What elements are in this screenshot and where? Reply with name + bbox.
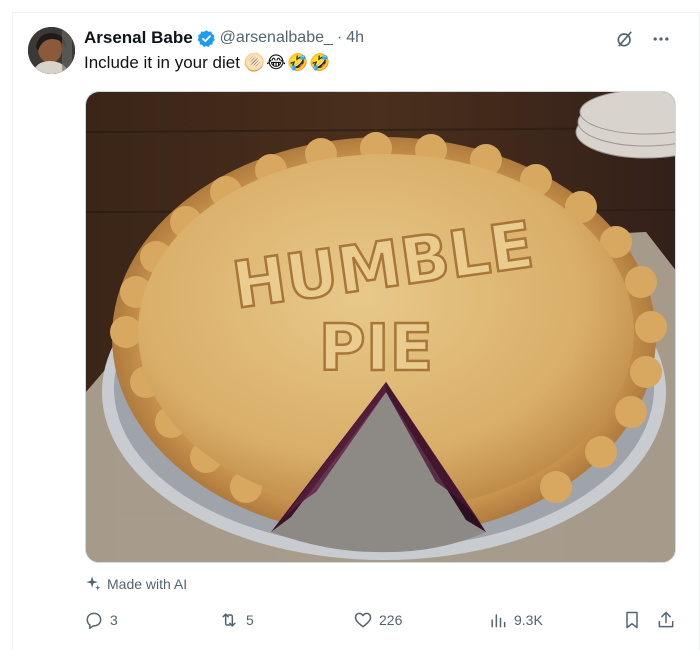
made-with-ai-label[interactable]: Made with AI bbox=[85, 575, 187, 592]
post-top-actions bbox=[614, 28, 672, 50]
views-button[interactable]: 9.3K bbox=[488, 608, 543, 632]
sparkle-icon bbox=[86, 576, 101, 591]
author-name[interactable]: Arsenal Babe bbox=[84, 28, 193, 48]
views-icon bbox=[491, 614, 506, 628]
reply-icon bbox=[86, 612, 102, 630]
reply-count: 3 bbox=[110, 612, 118, 628]
pie-text-line2: PIE bbox=[319, 312, 433, 386]
made-with-ai-text: Made with AI bbox=[107, 575, 188, 592]
repost-button[interactable]: 5 bbox=[218, 608, 254, 632]
action-bar: 3 5 226 9.3K bbox=[84, 608, 678, 632]
dot-separator: · bbox=[336, 29, 343, 46]
share-icon bbox=[658, 611, 674, 628]
views-count: 9.3K bbox=[514, 612, 543, 628]
bookmark-icon bbox=[626, 611, 638, 629]
post-text-body: Include it in your diet bbox=[84, 53, 240, 72]
like-count: 226 bbox=[379, 612, 403, 628]
share-button[interactable] bbox=[656, 608, 676, 632]
verified-badge-icon bbox=[197, 29, 216, 48]
reply-button[interactable]: 3 bbox=[84, 608, 118, 632]
post-header: Arsenal Babe @arsenalbabe_ · 4h bbox=[84, 26, 364, 50]
post-image[interactable]: HUMBLE PIE bbox=[85, 91, 676, 563]
repost-count: 5 bbox=[246, 612, 254, 628]
grok-icon[interactable] bbox=[614, 28, 636, 50]
repost-icon bbox=[222, 613, 236, 627]
post-time[interactable]: 4h bbox=[346, 29, 364, 47]
post-text: Include it in your diet 🫓😂🤣🤣 bbox=[84, 53, 331, 73]
avatar[interactable] bbox=[28, 27, 75, 74]
like-button[interactable]: 226 bbox=[353, 608, 402, 632]
bookmark-button[interactable] bbox=[622, 608, 642, 632]
more-options-icon[interactable] bbox=[650, 28, 672, 50]
author-handle[interactable]: @arsenalbabe_ bbox=[220, 29, 333, 47]
post-emojis: 🫓😂🤣🤣 bbox=[243, 53, 332, 72]
heart-icon bbox=[354, 612, 372, 628]
